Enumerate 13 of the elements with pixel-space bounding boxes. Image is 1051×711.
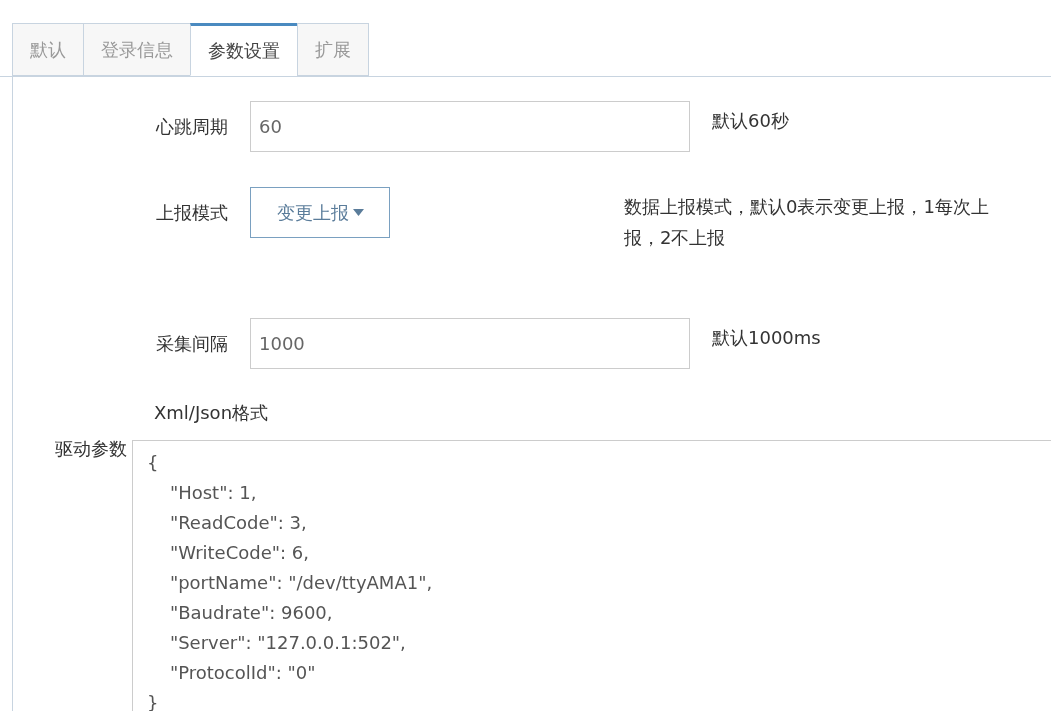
help-text: 数据上报模式，默认0表示变更上报，1每次上报，2不上报 bbox=[624, 195, 990, 250]
input-field[interactable]: 60 bbox=[250, 101, 690, 152]
field-label: 驱动参数 bbox=[54, 437, 127, 461]
tab[interactable]: 参数设置 bbox=[190, 23, 298, 76]
field-label: 采集间隔 bbox=[155, 331, 228, 356]
field-label: 上报模式 bbox=[155, 200, 228, 225]
field-label: 心跳周期 bbox=[155, 114, 228, 139]
input-field[interactable]: 1000 bbox=[250, 318, 690, 369]
help-text: 默认1000ms bbox=[712, 326, 822, 350]
help-text: 默认60秒 bbox=[712, 109, 790, 133]
format-hint: Xml/Json格式 bbox=[153, 401, 270, 425]
caret-icon bbox=[352, 209, 364, 216]
dropdown-button[interactable]: 变更上报 bbox=[250, 187, 390, 238]
